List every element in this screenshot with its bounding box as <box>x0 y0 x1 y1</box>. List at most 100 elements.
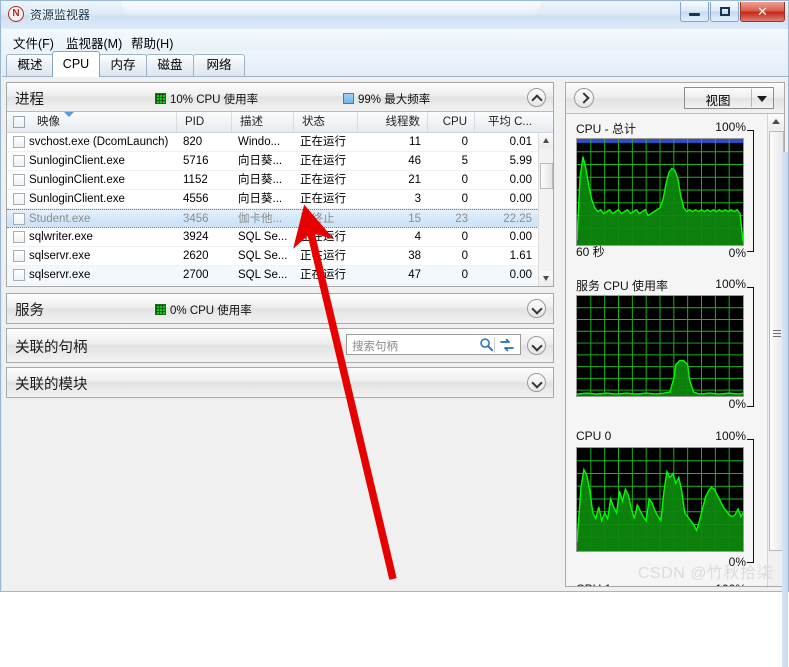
scroll-down-icon[interactable] <box>539 271 553 286</box>
column-header-cpu[interactable]: CPU <box>428 112 475 132</box>
cell-image: SunloginClient.exe <box>29 193 125 205</box>
column-header-pid[interactable]: PID <box>177 112 232 132</box>
cell-status: 正在运行 <box>300 231 346 243</box>
scroll-up-icon[interactable] <box>539 133 553 148</box>
graph-cpu-1: CPU 1 100% <box>576 582 756 586</box>
graph-service-cpu: 服务 CPU 使用率 100% 0% <box>576 277 756 415</box>
handles-panel-header[interactable]: 关联的句柄 搜索句柄 <box>7 329 553 362</box>
minimize-icon <box>689 13 700 16</box>
tab-cpu[interactable]: CPU <box>52 51 100 77</box>
window-title: 资源监视器 <box>30 8 91 22</box>
process-list-scrollbar[interactable] <box>538 133 553 286</box>
row-checkbox[interactable] <box>13 136 25 148</box>
column-header-threads[interactable]: 线程数 <box>358 112 428 132</box>
scrollbar-thumb[interactable] <box>540 163 553 189</box>
column-header-avg-cpu[interactable]: 平均 C... <box>475 112 539 132</box>
search-icon[interactable] <box>479 337 494 352</box>
table-row[interactable]: SunloginClient.exe 4556 向日葵... 正在运行 3 0 … <box>7 190 539 209</box>
left-pane: 进程 10% CPU 使用率 99% 最大频率 映像 PID 描述 状态 线程数… <box>6 82 558 587</box>
table-row[interactable]: svchost.exe (DcomLaunch) 820 Windo... 正在… <box>7 133 539 152</box>
table-row[interactable]: sqlservr.exe 2700 SQL Se... 正在运行 47 0 0.… <box>7 266 539 285</box>
row-checkbox[interactable] <box>13 213 25 225</box>
view-button[interactable]: 视图 <box>684 87 774 109</box>
search-placeholder: 搜索句柄 <box>352 341 398 353</box>
refresh-icon[interactable] <box>494 337 515 353</box>
cell-pid: 820 <box>183 136 203 148</box>
tab-memory[interactable]: 内存 <box>99 54 147 76</box>
row-checkbox[interactable] <box>13 231 25 243</box>
maximize-button[interactable] <box>710 2 739 22</box>
cell-pid: 1152 <box>183 174 208 186</box>
tab-disk[interactable]: 磁盘 <box>146 54 194 76</box>
expand-modules-icon[interactable] <box>527 373 546 392</box>
chevron-down-icon[interactable] <box>757 96 767 102</box>
processes-panel-header[interactable]: 进程 10% CPU 使用率 99% 最大频率 <box>7 83 553 112</box>
cell-threads: 38 <box>408 250 421 262</box>
max-frequency-meter: 99% 最大频率 <box>343 91 430 107</box>
row-checkbox[interactable] <box>13 193 25 205</box>
graph-canvas <box>576 295 744 397</box>
table-row[interactable]: sqlservr.exe 2620 SQL Se... 正在运行 38 0 1.… <box>7 247 539 266</box>
titlebar-sheen <box>121 1 541 17</box>
tab-network[interactable]: 网络 <box>193 54 245 76</box>
graph-title: CPU - 总计 <box>576 122 637 136</box>
cell-avg-cpu: 22.25 <box>503 213 532 225</box>
cell-pid: 3924 <box>183 231 209 243</box>
collapse-processes-icon[interactable] <box>527 88 546 107</box>
graph-canvas <box>576 447 744 552</box>
graph-axis-bracket <box>747 130 754 252</box>
menu-file[interactable]: 文件(F) <box>8 32 59 53</box>
graph-toolbar: 视图 <box>566 83 784 114</box>
select-all-checkbox[interactable] <box>13 116 25 128</box>
cell-avg-cpu: 0.00 <box>509 193 532 205</box>
expand-handles-icon[interactable] <box>527 336 546 355</box>
max-frequency-text: 99% 最大频率 <box>358 94 431 106</box>
tab-overview[interactable]: 概述 <box>6 54 54 76</box>
column-header-desc[interactable]: 描述 <box>232 112 294 132</box>
table-row[interactable]: sqlwriter.exe 3924 SQL Se... 正在运行 4 0 0.… <box>7 228 539 247</box>
table-row[interactable]: SunloginClient.exe 5716 向日葵... 正在运行 46 5… <box>7 152 539 171</box>
cell-image: Student.exe <box>29 213 91 225</box>
row-checkbox[interactable] <box>13 174 25 186</box>
graph-max-label: 100% <box>715 277 746 291</box>
column-header-status[interactable]: 状态 <box>294 112 358 132</box>
menu-help[interactable]: 帮助(H) <box>126 32 178 53</box>
expand-services-icon[interactable] <box>527 299 546 318</box>
graph-max-label: 100% <box>715 429 746 443</box>
cell-cpu: 0 <box>461 231 468 243</box>
row-checkbox[interactable] <box>13 269 25 281</box>
table-row[interactable]: SunloginClient.exe 1152 向日葵... 正在运行 21 0… <box>7 171 539 190</box>
column-header-image[interactable]: 映像 <box>29 112 177 132</box>
minimize-button[interactable] <box>680 2 709 22</box>
scroll-up-icon[interactable] <box>768 114 784 130</box>
cell-threads: 11 <box>409 136 421 148</box>
cell-desc: 伽卡他... <box>238 213 283 225</box>
cell-desc: SQL Se... <box>238 269 288 281</box>
menu-bar: 文件(F) 监视器(M) 帮助(H) <box>2 29 788 51</box>
close-button[interactable]: ✕ <box>740 2 785 22</box>
cell-threads: 21 <box>408 174 421 186</box>
cell-threads: 4 <box>414 231 421 243</box>
menu-monitor[interactable]: 监视器(M) <box>61 32 127 53</box>
resource-monitor-window: N 资源监视器 ✕ 文件(F) 监视器(M) 帮助(H) 概述 CPU 内存 磁… <box>0 0 789 667</box>
cell-desc: SQL Se... <box>238 231 288 243</box>
cell-desc: 向日葵... <box>238 193 283 205</box>
cell-image: SunloginClient.exe <box>29 155 125 167</box>
title-bar: N 资源监视器 ✕ <box>1 1 788 29</box>
cell-cpu: 0 <box>461 136 468 148</box>
cell-status: 正在运行 <box>300 193 346 205</box>
collapse-graph-pane-icon[interactable] <box>574 88 594 108</box>
row-checkbox[interactable] <box>13 250 25 262</box>
process-table: 映像 PID 描述 状态 线程数 CPU 平均 C... svchost.exe… <box>7 112 553 286</box>
cell-desc: SQL Se... <box>238 250 288 262</box>
blue-swatch-icon <box>343 93 354 104</box>
table-row-selected[interactable]: Student.exe 3456 伽卡他... 已终止 15 23 22.25 <box>7 209 539 228</box>
services-panel-header[interactable]: 服务 0% CPU 使用率 <box>7 294 553 323</box>
row-checkbox[interactable] <box>13 155 25 167</box>
search-handles-input[interactable]: 搜索句柄 <box>346 334 521 355</box>
cell-image: sqlwriter.exe <box>29 231 93 243</box>
cell-cpu: 0 <box>461 250 468 262</box>
cell-status: 已终止 <box>300 213 335 225</box>
cell-threads: 46 <box>408 155 421 167</box>
modules-panel-header[interactable]: 关联的模块 <box>7 368 553 397</box>
